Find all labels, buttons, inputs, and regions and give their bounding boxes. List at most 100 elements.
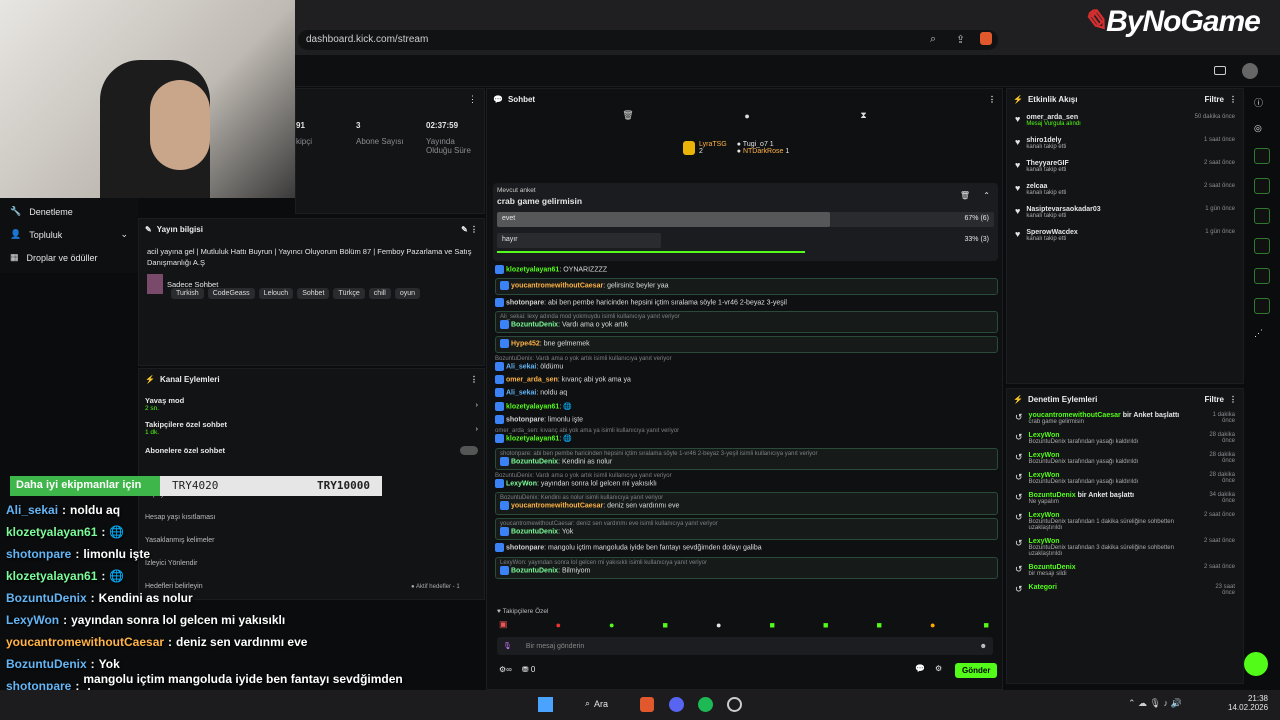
- mod-user[interactable]: LexyWon: [1029, 472, 1060, 479]
- chat-username[interactable]: omer_arda_sen: [506, 376, 558, 383]
- gift-icon[interactable]: ⛃ 0: [522, 665, 535, 674]
- chat-message[interactable]: Ali_sekai: noldu aq: [495, 388, 998, 398]
- tray-icons[interactable]: ⌃ ☁ 🎙 ♪ 🔊: [1128, 698, 1182, 709]
- chat-message[interactable]: Hype452: bne gelmemek: [495, 336, 998, 353]
- emote-icon[interactable]: ■: [663, 620, 668, 630]
- help-button[interactable]: [1244, 652, 1268, 676]
- chat-message[interactable]: omer_arda_sen: kıvanç abi yok ama ya isi…: [495, 428, 998, 444]
- windows-start-icon[interactable]: [538, 697, 553, 712]
- nav-item-community[interactable]: 👤 Topluluk ⌄: [0, 225, 138, 244]
- slow-mode-action[interactable]: Yavaş mod 2 sn. ›: [139, 390, 484, 414]
- emote-icon[interactable]: ■: [876, 620, 881, 630]
- bolt-icon[interactable]: [1254, 148, 1270, 164]
- chat-message[interactable]: Ali_sekai: lexy adında mod yokmuydu isim…: [495, 311, 998, 334]
- poll-option[interactable]: hayır 33% (3): [497, 233, 994, 248]
- mod-user[interactable]: Kategori: [1029, 584, 1057, 591]
- emote-icon[interactable]: ●: [716, 620, 721, 630]
- taskbar-search[interactable]: ⌕ Ara: [585, 698, 608, 709]
- chat-username[interactable]: BozuntuDenix: [511, 321, 558, 328]
- chat-username[interactable]: klozetyalayan61: [506, 436, 559, 443]
- emote-icon[interactable]: ▣: [499, 619, 508, 630]
- mod-filter-button[interactable]: Filtre: [1204, 395, 1224, 404]
- chat-message[interactable]: BozuntuDenix: Vardı ama o yok artık isim…: [495, 473, 998, 489]
- activity-user[interactable]: Nasiptevarsaokadar03: [1026, 206, 1199, 213]
- subs-only-toggle[interactable]: [460, 446, 478, 455]
- tag[interactable]: CodeGeass: [207, 288, 255, 299]
- share-icon[interactable]: ⇪: [956, 33, 965, 46]
- chat-username[interactable]: youcantromewithoutCaesar: [511, 503, 603, 510]
- chat-message[interactable]: klozetyalayan61: OYNARIZZZZ: [495, 265, 998, 275]
- share-icon[interactable]: ⋰: [1254, 328, 1272, 339]
- activity-filter-button[interactable]: Filtre: [1204, 95, 1224, 104]
- broadcast-icon[interactable]: [1254, 238, 1270, 254]
- activity-user[interactable]: shiro1dely: [1026, 137, 1198, 144]
- zoom-icon[interactable]: ⌕: [930, 33, 936, 46]
- display-icon[interactable]: [1214, 66, 1226, 75]
- mod-user[interactable]: BozuntuDenix: [1029, 564, 1076, 571]
- discord-icon[interactable]: [669, 697, 684, 712]
- spotify-icon[interactable]: [698, 697, 713, 712]
- chat-username[interactable]: klozetyalayan61: [506, 266, 559, 273]
- avatar[interactable]: [1242, 63, 1258, 79]
- chat-message[interactable]: shotonpare: abi ben pembe haricinden hep…: [495, 447, 998, 471]
- chat-username[interactable]: Ali_sekai: [506, 363, 536, 370]
- chat-username[interactable]: BozuntuDenix: [511, 567, 558, 574]
- send-button[interactable]: Gönder: [955, 663, 998, 678]
- activity-user[interactable]: zelcaa: [1026, 183, 1198, 190]
- brave-shield-icon[interactable]: [980, 32, 992, 45]
- chat-message[interactable]: youcantromewithoutCaesar: gelirsiniz bey…: [495, 278, 998, 295]
- activity-user[interactable]: SperowWacdex: [1026, 229, 1199, 236]
- trash-icon[interactable]: 🗑: [622, 110, 633, 121]
- emote-icon[interactable]: ■: [770, 620, 775, 630]
- chat-username[interactable]: Hype452: [511, 341, 540, 348]
- poll-delete-icon[interactable]: 🗑: [960, 191, 970, 200]
- speech-icon[interactable]: ●: [744, 111, 749, 121]
- chat-username[interactable]: BozuntuDenix: [511, 458, 558, 465]
- wrench-icon[interactable]: [1254, 298, 1270, 314]
- emote-icon[interactable]: ●: [609, 620, 614, 630]
- list-icon[interactable]: [1254, 268, 1270, 284]
- chat-input[interactable]: 🎙 Bir mesaj gönderin ☻: [497, 637, 993, 655]
- chat-message[interactable]: youcantromewithoutCaesar: deniz sen vard…: [495, 517, 998, 541]
- mod-user[interactable]: LexyWon: [1029, 432, 1060, 439]
- followers-only-action[interactable]: Takipçilere özel sohbet 1 dk. ›: [139, 414, 484, 438]
- emoji-icon[interactable]: ☻: [980, 643, 987, 650]
- edit-icon[interactable]: ✎ ⋮: [461, 225, 478, 234]
- brave-icon[interactable]: [640, 697, 654, 712]
- tag[interactable]: chill: [368, 288, 391, 299]
- mod-user[interactable]: BozuntuDenix: [1029, 492, 1076, 499]
- chat-username[interactable]: shotonpare: [506, 545, 544, 552]
- more-icon[interactable]: ⋮: [1229, 95, 1237, 104]
- nav-item-moderation[interactable]: 🔧 Denetleme: [0, 198, 138, 225]
- chat-message[interactable]: omer_arda_sen: kıvanç abi yok ama ya: [495, 375, 998, 385]
- emote-icon[interactable]: ●: [556, 620, 561, 630]
- poll-option[interactable]: evet 67% (6): [497, 212, 994, 227]
- chat-message[interactable]: shotonpare: abi ben pembe haricinden hep…: [495, 297, 998, 308]
- more-icon[interactable]: ⋮: [470, 375, 478, 384]
- chat-username[interactable]: LexyWon: [506, 480, 537, 487]
- tag[interactable]: oyun: [394, 288, 421, 299]
- activity-user[interactable]: omer_arda_sen: [1026, 114, 1188, 121]
- chat-username[interactable]: BozuntuDenix: [511, 528, 558, 535]
- emote-icon[interactable]: ■: [983, 620, 988, 630]
- mod-user[interactable]: LexyWon: [1029, 538, 1060, 545]
- chat-message[interactable]: shotonpare: limonlu işte: [495, 415, 998, 425]
- chat-message[interactable]: klozetyalayan61: 🌐: [495, 401, 998, 412]
- tag[interactable]: Lelouch: [258, 288, 294, 299]
- hourglass-icon[interactable]: ⧗: [860, 110, 866, 121]
- chat-message[interactable]: shotonpare: mangolu içtim mangoluda iyid…: [495, 543, 998, 553]
- url-bar[interactable]: dashboard.kick.com/stream: [298, 30, 998, 50]
- chat-username[interactable]: klozetyalayan61: [506, 403, 559, 410]
- chat-username[interactable]: youcantromewithoutCaesar: [511, 283, 603, 290]
- chat-username[interactable]: shotonpare: [506, 299, 544, 306]
- more-icon[interactable]: ⋮: [468, 94, 477, 105]
- settings-link-icon[interactable]: ⚙∞: [499, 665, 512, 674]
- info-icon[interactable]: ⓘ: [1254, 96, 1272, 109]
- chat-icon[interactable]: [1254, 208, 1270, 224]
- subs-only-action[interactable]: Abonelere özel sohbet: [139, 438, 484, 463]
- document-icon[interactable]: [1254, 178, 1270, 194]
- tag[interactable]: Sohbet: [297, 288, 330, 299]
- nav-item-drops[interactable]: ▦ Droplar ve ödüller: [0, 244, 138, 271]
- more-icon[interactable]: ⋮: [988, 95, 996, 104]
- tag[interactable]: Türkçe: [333, 288, 365, 299]
